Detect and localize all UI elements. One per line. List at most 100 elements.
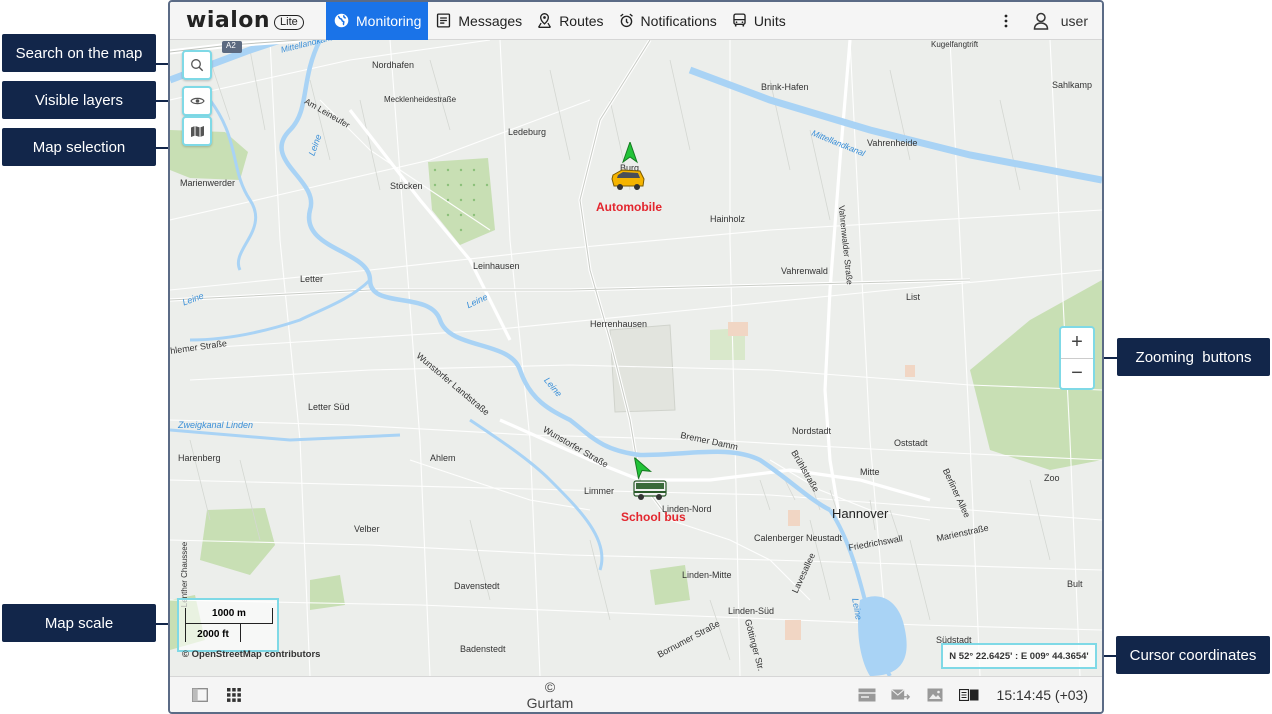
bus-icon: [733, 13, 746, 27]
map-search-button[interactable]: [182, 50, 212, 80]
user-name: user: [1060, 12, 1088, 29]
tab-monitoring[interactable]: Monitoring: [326, 2, 429, 40]
gallery-button[interactable]: [925, 685, 945, 705]
tab-units[interactable]: Units: [724, 2, 793, 40]
mail-forward-button[interactable]: [890, 685, 911, 705]
map-label: Harenberg: [178, 453, 221, 463]
tab-routes-label: Routes: [559, 12, 604, 29]
grid-icon: [227, 687, 241, 702]
tab-notifications-label: Notifications: [640, 12, 717, 29]
map-selection-button[interactable]: [182, 116, 212, 146]
map-label: Letter: [300, 274, 324, 284]
callout-search: Search on the map: [2, 34, 156, 72]
map-label: Vahrenwald: [781, 266, 828, 276]
map-label: A2: [226, 41, 236, 50]
map-label: Ahlem: [430, 453, 456, 463]
tab-routes[interactable]: Routes: [529, 2, 610, 40]
bottom-bar: © Gurtam 15:14:45 (+03): [170, 676, 1102, 712]
map-label: Badenstedt: [460, 644, 506, 654]
logo[interactable]: wialon Lite: [170, 2, 326, 40]
split-view-icon: [958, 688, 979, 701]
map-label: Nordstadt: [792, 426, 832, 436]
map-label: Mecklenheidestraße: [384, 95, 457, 104]
map-label: Davenstedt: [454, 581, 500, 591]
map-icon: [190, 125, 204, 137]
messages-icon: [437, 13, 451, 28]
tab-monitoring-label: Monitoring: [356, 12, 422, 29]
map-label: Vahrenheide: [867, 138, 918, 148]
more-menu-button[interactable]: [991, 2, 1021, 40]
footer-copyright: © Gurtam: [526, 678, 574, 711]
scale-imperial: 2000 ft: [185, 624, 241, 642]
logo-text: wialon: [186, 8, 271, 33]
zoom-in-button[interactable]: +: [1061, 328, 1093, 359]
user-menu[interactable]: user: [1021, 12, 1102, 30]
map-tiles: [170, 40, 1102, 676]
toggle-panel-button[interactable]: [190, 685, 210, 705]
callout-zooming: Zooming buttons: [1117, 338, 1270, 376]
main-nav: Monitoring Messages Routes Notifications…: [326, 2, 793, 40]
route-pin-icon: [538, 13, 552, 28]
callout-map-scale: Map scale: [2, 604, 156, 642]
alarm-clock-icon: [619, 13, 633, 28]
map-label: Nordhafen: [372, 60, 415, 70]
cursor-coordinates: N 52° 22.6425' : E 009° 44.3654': [941, 643, 1097, 669]
map-label: Kugelfangtrift: [931, 40, 979, 49]
map-label: Limmer: [584, 486, 615, 496]
map-label: Sahlkamp: [1052, 80, 1093, 90]
map-label: Zweigkanal Linden: [178, 420, 254, 430]
map-label-city: Hannover: [832, 506, 889, 521]
event-log-button[interactable]: [857, 685, 877, 705]
zoom-out-button[interactable]: −: [1061, 359, 1093, 389]
kebab-icon: [1004, 14, 1008, 27]
scale-metric: 1000 m: [185, 608, 273, 624]
map-view[interactable]: A2 Nordhafen Mecklenheidestraße Am Leine…: [170, 40, 1102, 676]
map-label: Mitte: [860, 467, 880, 477]
app-window: wialon Lite Monitoring Messages Routes N…: [168, 0, 1104, 714]
map-label: Stöcken: [390, 181, 423, 191]
screenshot: Search on the map Visible layers Map sel…: [0, 0, 1272, 714]
bus-marker-icon[interactable]: [632, 478, 668, 502]
zoom-controls: + −: [1059, 326, 1095, 390]
globe-icon: [334, 13, 349, 28]
map-label: Letter Süd: [308, 402, 350, 412]
user-icon: [1033, 12, 1049, 30]
unit-arrow-icon: [622, 142, 638, 164]
logo-badge: Lite: [274, 14, 304, 30]
map-label: Herrenhausen: [590, 319, 648, 329]
mail-arrow-icon: [890, 688, 910, 700]
callout-layers: Visible layers: [2, 81, 156, 119]
map-label: Oststadt: [894, 438, 928, 448]
top-right-controls: user: [991, 2, 1102, 40]
clock: 15:14:45 (+03): [996, 686, 1088, 703]
apps-button[interactable]: [224, 685, 244, 705]
map-attribution: © OpenStreetMap contributors: [182, 649, 321, 660]
callout-map-selection: Map selection: [2, 128, 156, 166]
unit-label-school-bus[interactable]: School bus: [621, 510, 686, 524]
panel-icon: [192, 687, 208, 702]
map-label: Zoo: [1044, 473, 1060, 483]
callout-cursor: Cursor coordinates: [1116, 636, 1270, 674]
image-icon: [927, 688, 943, 701]
tab-messages-label: Messages: [458, 12, 523, 29]
layout-toggle-button[interactable]: [958, 685, 979, 705]
map-label: Ledeburg: [508, 127, 547, 137]
visible-layers-button[interactable]: [182, 86, 212, 116]
tab-notifications[interactable]: Notifications: [611, 2, 724, 40]
top-bar: wialon Lite Monitoring Messages Routes N…: [170, 2, 1102, 40]
map-scale: 1000 m 2000 ft: [177, 598, 279, 652]
map-label: List: [906, 292, 921, 302]
tray-icon: [858, 688, 876, 701]
map-label: Marienwerder: [180, 178, 236, 188]
map-label: Calenberger Neustadt: [754, 533, 843, 543]
eye-icon: [189, 97, 205, 105]
map-label: Bult: [1067, 579, 1083, 589]
unit-label-automobile[interactable]: Automobile: [596, 200, 662, 214]
car-icon[interactable]: [610, 167, 646, 191]
map-label: Hainholz: [710, 214, 746, 224]
tab-messages[interactable]: Messages: [428, 2, 529, 40]
search-icon: [191, 59, 204, 72]
map-label: Linden-Mitte: [682, 570, 732, 580]
map-label: Leinhausen: [473, 261, 520, 271]
map-label: Brink-Hafen: [761, 82, 809, 92]
